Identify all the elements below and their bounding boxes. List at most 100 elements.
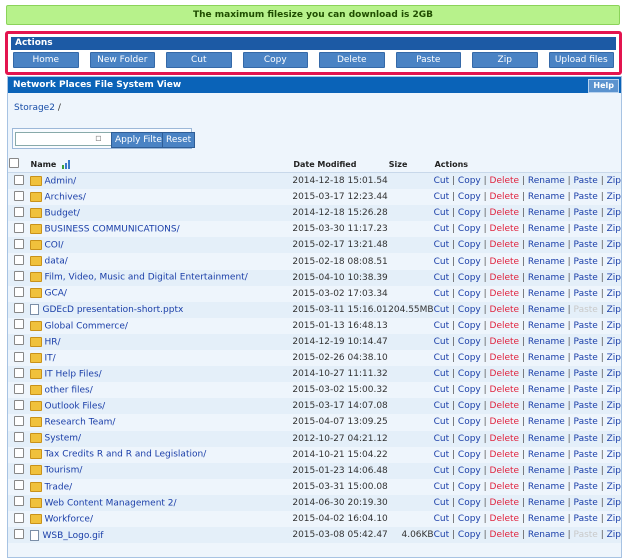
row-zip-link[interactable]: Zip [607,176,621,186]
reset-button[interactable]: Reset [162,132,196,148]
file-name-link[interactable]: COI/ [45,241,64,251]
row-paste-link[interactable]: Paste [574,466,598,476]
row-copy-link[interactable]: Copy [458,224,481,234]
row-paste-link[interactable]: Paste [574,353,598,363]
row-checkbox[interactable] [13,480,24,491]
row-zip-link[interactable]: Zip [607,337,621,347]
help-button[interactable]: Help [588,79,619,93]
new-folder-button[interactable]: New Folder [89,52,155,68]
file-name-link[interactable]: BUSINESS COMMUNICATIONS/ [45,225,180,235]
row-cut-link[interactable]: Cut [434,192,450,202]
upload-files-button[interactable]: Upload files [548,52,614,68]
row-rename-link[interactable]: Rename [528,450,565,460]
row-rename-link[interactable]: Rename [528,434,565,444]
file-name-link[interactable]: Research Team/ [45,418,116,428]
row-checkbox[interactable] [13,271,24,282]
file-name-link[interactable]: Workforce/ [45,514,94,524]
row-cut-link[interactable]: Cut [434,498,450,508]
row-cut-link[interactable]: Cut [434,417,450,427]
row-checkbox[interactable] [13,464,24,475]
row-rename-link[interactable]: Rename [528,498,565,508]
file-name-link[interactable]: HR/ [45,337,61,347]
row-checkbox[interactable] [13,399,24,410]
row-checkbox[interactable] [13,528,24,539]
file-name-link[interactable]: IT/ [45,353,56,363]
row-paste-link[interactable]: Paste [574,176,598,186]
row-copy-link[interactable]: Copy [458,498,481,508]
file-name-link[interactable]: other files/ [45,386,93,396]
row-zip-link[interactable]: Zip [607,466,621,476]
row-checkbox[interactable] [13,287,24,298]
row-zip-link[interactable]: Zip [607,321,621,331]
row-paste-link[interactable]: Paste [574,482,598,492]
row-delete-link[interactable]: Delete [490,417,520,427]
row-checkbox[interactable] [13,383,24,394]
name-column-header[interactable]: Name [29,156,293,173]
row-copy-link[interactable]: Copy [458,240,481,250]
file-name-link[interactable]: GCA/ [45,289,67,299]
row-checkbox[interactable] [13,206,24,217]
row-copy-link[interactable]: Copy [458,257,481,267]
row-paste-link[interactable]: Paste [574,289,598,299]
file-name-link[interactable]: Trade/ [45,482,73,492]
row-delete-link[interactable]: Delete [490,337,520,347]
row-delete-link[interactable]: Delete [490,385,520,395]
row-paste-link[interactable]: Paste [574,417,598,427]
file-name-link[interactable]: Tourism/ [45,466,83,476]
row-checkbox[interactable] [13,174,24,185]
row-copy-link[interactable]: Copy [458,434,481,444]
row-checkbox[interactable] [13,448,24,459]
row-rename-link[interactable]: Rename [528,337,565,347]
row-paste-link[interactable]: Paste [574,257,598,267]
row-rename-link[interactable]: Rename [528,192,565,202]
row-delete-link[interactable]: Delete [490,240,520,250]
row-zip-link[interactable]: Zip [607,208,621,218]
row-delete-link[interactable]: Delete [490,208,520,218]
row-rename-link[interactable]: Rename [528,385,565,395]
copy-button[interactable]: Copy [242,52,308,68]
row-cut-link[interactable]: Cut [434,353,450,363]
row-zip-link[interactable]: Zip [607,514,621,524]
row-copy-link[interactable]: Copy [458,514,481,524]
row-delete-link[interactable]: Delete [490,466,520,476]
apply-filter-button[interactable]: Apply Filter [111,132,170,148]
row-zip-link[interactable]: Zip [607,417,621,427]
size-column-header[interactable]: Size [387,156,434,173]
row-rename-link[interactable]: Rename [528,514,565,524]
row-delete-link[interactable]: Delete [490,353,520,363]
row-copy-link[interactable]: Copy [458,401,481,411]
row-delete-link[interactable]: Delete [490,514,520,524]
row-copy-link[interactable]: Copy [458,208,481,218]
file-name-link[interactable]: IT Help Files/ [45,369,102,379]
select-all-checkbox[interactable] [9,158,19,168]
row-cut-link[interactable]: Cut [434,224,450,234]
row-zip-link[interactable]: Zip [607,257,621,267]
paste-button[interactable]: Paste [395,52,461,68]
row-checkbox[interactable] [13,222,24,233]
file-name-link[interactable]: data/ [45,257,68,267]
row-delete-link[interactable]: Delete [490,530,520,540]
row-zip-link[interactable]: Zip [607,530,621,540]
row-zip-link[interactable]: Zip [607,224,621,234]
row-cut-link[interactable]: Cut [434,240,450,250]
row-delete-link[interactable]: Delete [490,289,520,299]
row-zip-link[interactable]: Zip [607,192,621,202]
row-rename-link[interactable]: Rename [528,273,565,283]
row-delete-link[interactable]: Delete [490,305,520,315]
row-paste-link[interactable]: Paste [574,369,598,379]
file-name-link[interactable]: Archives/ [45,192,86,202]
row-rename-link[interactable]: Rename [528,482,565,492]
row-copy-link[interactable]: Copy [458,450,481,460]
row-paste-link[interactable]: Paste [574,498,598,508]
cut-button[interactable]: Cut [166,52,232,68]
row-copy-link[interactable]: Copy [458,176,481,186]
row-checkbox[interactable] [13,335,24,346]
home-button[interactable]: Home [13,52,79,68]
row-paste-link[interactable]: Paste [574,321,598,331]
row-cut-link[interactable]: Cut [434,337,450,347]
row-paste-link[interactable]: Paste [574,514,598,524]
file-name-link[interactable]: Budget/ [45,208,80,218]
row-rename-link[interactable]: Rename [528,305,565,315]
row-paste-link[interactable]: Paste [574,208,598,218]
row-delete-link[interactable]: Delete [490,224,520,234]
